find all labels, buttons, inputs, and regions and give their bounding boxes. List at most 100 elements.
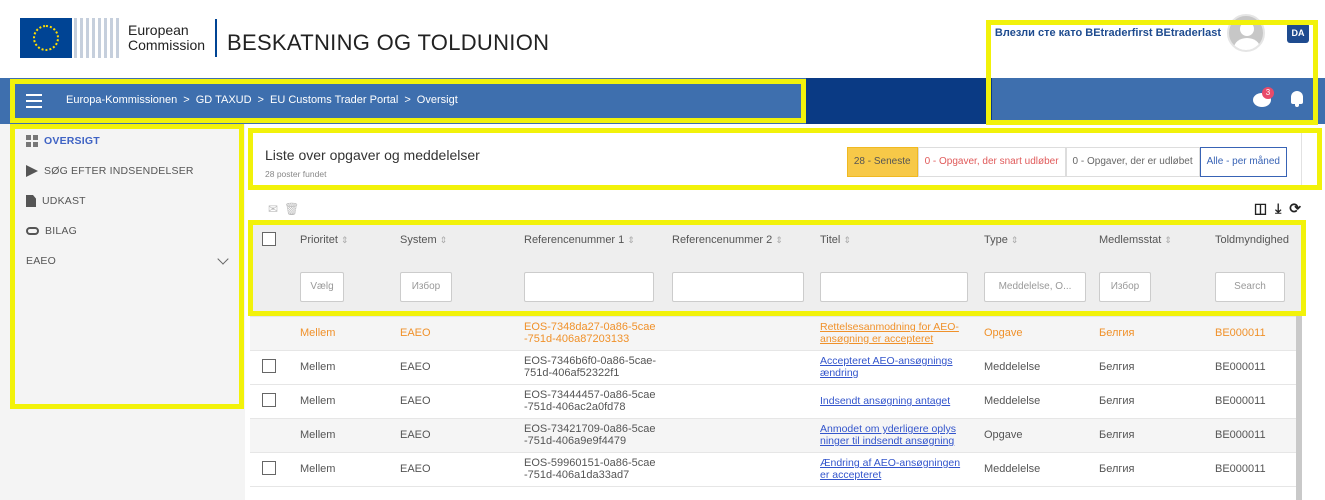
download-icon[interactable]: ⤓ [1275, 200, 1281, 217]
cell-title: Anmodet om yderligere oplys ninger til in… [808, 418, 972, 453]
cell-system: EAEO [388, 384, 512, 419]
breadcrumb-item[interactable]: Oversigt [417, 94, 458, 106]
logo-line-2: Commission [128, 37, 206, 53]
task-link[interactable]: Rettelsesanmodning for AEO-ansøgning er … [820, 321, 959, 345]
ref2-filter-input[interactable] [672, 271, 804, 302]
sidebar-item-search[interactable]: SØG EFTER INDSENDELSER [0, 158, 245, 184]
cell-ref2 [660, 418, 808, 453]
cell-ref2 [660, 384, 808, 419]
avatar[interactable] [1227, 14, 1265, 52]
cell-member-state: Белгия [1087, 316, 1203, 351]
table-row[interactable]: Mellem EAEO EOS-7348da27-0a86-5cae -751d-… [250, 316, 1302, 351]
row-checkbox[interactable] [262, 460, 276, 475]
sidebar-item-label: OVERSIGT [44, 135, 100, 147]
system-filter-select[interactable]: Избор [400, 271, 452, 302]
breadcrumb-item[interactable]: EU Customs Trader Portal [270, 94, 398, 106]
filter-all-monthly-button[interactable]: Alle - per måned [1199, 147, 1287, 177]
chat-count-badge: 3 [1262, 87, 1274, 99]
filter-expired-button[interactable]: 0 - Opgaver, der er udløbet [1065, 147, 1200, 177]
cell-priority: Mellem [288, 316, 388, 351]
sidebar-section-label: EAEO [26, 255, 56, 267]
sidebar-item-oversigt[interactable]: OVERSIGT [0, 128, 245, 154]
cell-member-state: Белгия [1087, 452, 1203, 487]
column-header[interactable]: Toldmyndighed [1203, 222, 1302, 258]
message-link[interactable]: Indsendt ansøgning antaget [820, 395, 950, 407]
cell-authority: BE000011 [1203, 452, 1302, 487]
column-header[interactable]: System ⇕ [388, 222, 512, 258]
building-icon [74, 18, 122, 58]
chat-icon[interactable]: 3 [1253, 87, 1274, 108]
cell-ref1: EOS-59960151-0a86-5cae -751d-406a1da33ad7 [512, 452, 660, 487]
breadcrumb: Europa-Kommissionen > GD TAXUD > EU Cust… [66, 94, 458, 106]
ref1-filter-input[interactable] [524, 271, 654, 302]
sidebar-item-label: SØG EFTER INDSENDELSER [44, 165, 194, 177]
type-filter-select[interactable]: Meddelelse, O... [984, 271, 1086, 302]
authority-search-input[interactable]: Search [1215, 271, 1285, 302]
filter-buttons: 28 - Seneste 0 - Opgaver, der snart udlø… [846, 147, 1287, 177]
row-checkbox[interactable] [262, 392, 276, 407]
message-link[interactable]: Ændring af AEO-ansøgningen er accepteret [820, 457, 960, 481]
bell-icon[interactable] [1289, 90, 1305, 108]
table-row[interactable]: Mellem EAEO EOS-7346b6f0-0a86-5cae- 751d-… [250, 350, 1302, 385]
title-filter-input[interactable] [820, 271, 968, 302]
chevron-down-icon [217, 253, 229, 265]
task-table: Prioritet ⇕ System ⇕ Referencenummer 1 ⇕… [250, 222, 1302, 500]
cell-priority: Mellem [288, 384, 388, 419]
sort-icon: ⇕ [627, 235, 635, 245]
cell-type: Meddelelse [972, 452, 1087, 487]
select-all-cell [250, 222, 288, 258]
row-checkbox[interactable] [262, 358, 276, 373]
table-row[interactable]: Mellem EAEO EOS-73444457-0a86-5cae -751d-… [250, 384, 1302, 419]
column-header[interactable]: Referencenummer 2 ⇕ [660, 222, 808, 258]
nav-icons: 3 [1253, 87, 1305, 108]
table-scrollbar[interactable] [1296, 312, 1302, 500]
attachment-link-icon [26, 227, 39, 235]
refresh-icon[interactable]: ⟳ [1289, 200, 1301, 217]
table-row[interactable]: Mellem EAEO EOS-73421709-0a86-5cae -751d-… [250, 418, 1302, 453]
columns-icon[interactable]: ◫ [1254, 200, 1267, 217]
sidebar-item-udkast[interactable]: UDKAST [0, 188, 245, 214]
ec-logo[interactable]: European Commission BESKATNING OG TOLDUN… [20, 18, 549, 58]
menu-icon[interactable] [26, 94, 42, 108]
logo-separator [215, 19, 218, 57]
page-title: Liste over opgaver og meddelelser [265, 147, 480, 163]
breadcrumb-item[interactable]: GD TAXUD [196, 94, 252, 106]
logged-in-user: Влезли сте като BEtraderfirst BEtraderla… [994, 27, 1221, 39]
column-header[interactable]: Referencenummer 1 ⇕ [512, 222, 660, 258]
filter-latest-button[interactable]: 28 - Seneste [846, 147, 918, 177]
filter-expiring-button[interactable]: 0 - Opgaver, der snart udløber [917, 147, 1066, 177]
table-row[interactable]: Mellem EAEO EOS-59960151-0a86-5cae -751d-… [250, 452, 1302, 487]
cell-authority: BE000011 [1203, 384, 1302, 419]
cell-member-state: Белгия [1087, 384, 1203, 419]
column-header[interactable]: Type ⇕ [972, 222, 1087, 258]
column-header[interactable]: Medlemsstat ⇕ [1087, 222, 1203, 258]
breadcrumb-item[interactable]: Europa-Kommissionen [66, 94, 177, 106]
mark-read-icon[interactable]: ✉ [268, 202, 278, 216]
language-selector[interactable]: DA [1287, 23, 1309, 43]
cell-member-state: Белгия [1087, 418, 1203, 453]
sidebar-item-bilag[interactable]: BILAG [0, 218, 245, 244]
bulk-actions: ✉ 🗑 [268, 202, 299, 216]
cell-title: Accepteret AEO-ansøgnings ændring [808, 350, 972, 385]
cell-member-state: Белгия [1087, 350, 1203, 385]
message-link[interactable]: Accepteret AEO-ansøgnings ændring [820, 355, 953, 379]
cell-authority: BE000011 [1203, 418, 1302, 453]
column-header[interactable]: Prioritet ⇕ [288, 222, 388, 258]
cell-ref2 [660, 452, 808, 487]
breadcrumb-separator: > [404, 94, 411, 106]
priority-filter-select[interactable]: Vælg [300, 271, 344, 302]
column-header[interactable]: Titel ⇕ [808, 222, 972, 258]
trash-icon[interactable]: 🗑 [284, 202, 299, 216]
sort-icon: ⇕ [340, 235, 349, 245]
breadcrumb-separator: > [183, 94, 190, 106]
member-state-filter-select[interactable]: Избор [1099, 271, 1151, 302]
select-all-checkbox[interactable] [262, 231, 276, 246]
page: European Commission BESKATNING OG TOLDUN… [0, 0, 1325, 500]
sidebar-section-eaeo[interactable]: EAEO [0, 248, 245, 274]
cell-ref1: EOS-7348da27-0a86-5cae -751d-406a87203133 [512, 316, 660, 351]
cell-type: Meddelelse [972, 384, 1087, 419]
sidebar-item-label: UDKAST [42, 195, 86, 207]
document-icon [26, 195, 36, 207]
task-link[interactable]: Anmodet om yderligere oplys ninger til in… [820, 423, 956, 447]
nav-bar-dark-segment [806, 78, 992, 124]
